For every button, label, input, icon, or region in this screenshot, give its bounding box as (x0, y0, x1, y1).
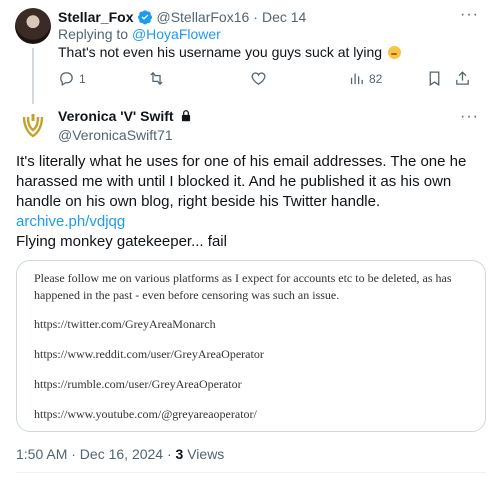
lock-icon (181, 110, 190, 122)
tweet-date[interactable]: Dec 14 (262, 9, 306, 25)
author-handle[interactable]: @VeronicaSwift71 (58, 127, 173, 143)
share-button[interactable] (454, 70, 471, 87)
timestamp[interactable]: 1:50 AM · Dec 16, 2024 · (16, 446, 176, 462)
tweet-line: It's literally what he uses for one of h… (16, 153, 467, 170)
replying-to: Replying to @HoyaFlower (58, 26, 221, 42)
logo-icon (22, 114, 44, 138)
bookmark-button[interactable] (426, 70, 443, 87)
divider (16, 472, 486, 473)
reply-text: That's not even his username you guys su… (58, 44, 401, 60)
author-name-row: Veronica 'V' Swift (58, 108, 193, 124)
main-tweet: Veronica 'V' Swift @VeronicaSwift71 ··· … (0, 104, 495, 477)
share-icon (456, 71, 469, 85)
more-options-icon[interactable]: ··· (460, 108, 479, 126)
views-button[interactable]: 82 (348, 70, 382, 87)
views-label: Views (183, 446, 225, 462)
more-options-icon[interactable]: ··· (460, 6, 479, 24)
author-handle[interactable]: @StellarFox16 (156, 9, 249, 25)
image-url: https://www.youtube.com/@greyareaoperato… (34, 407, 257, 421)
emoji-icon (387, 46, 401, 59)
heart-icon (251, 72, 266, 85)
retweet-icon (150, 71, 163, 86)
reply-header: Stellar_Fox @StellarFox16 · Dec 14 (58, 8, 306, 26)
reply-body: That's not even his username you guys su… (58, 44, 383, 60)
author-name[interactable]: Stellar_Fox (58, 9, 133, 25)
image-line: happened in the past - even before censo… (34, 288, 340, 302)
attached-image[interactable]: Please follow me on various platforms as… (16, 260, 486, 432)
avatar[interactable] (15, 108, 51, 144)
tweet-line: Flying monkey gatekeeper... fail (16, 233, 227, 250)
views-count: 82 (369, 71, 383, 86)
mention-link[interactable]: @HoyaFlower (132, 26, 221, 42)
image-url: https://twitter.com/GreyAreaMonarch (34, 317, 216, 331)
analytics-icon (350, 73, 363, 85)
author-name[interactable]: Veronica 'V' Swift (58, 108, 174, 124)
replying-to-label: Replying to (58, 26, 132, 42)
thread-line (32, 48, 34, 104)
like-button[interactable] (250, 70, 267, 87)
bookmark-icon (429, 71, 440, 87)
action-bar: 1 82 (58, 70, 478, 88)
tweet-text: It's literally what he uses for one of h… (16, 152, 486, 252)
image-url: https://www.reddit.com/user/GreyAreaOper… (34, 347, 264, 361)
archive-link[interactable]: archive.ph/vdjqg (16, 213, 125, 230)
separator: · (253, 9, 258, 25)
tweet-line: handle on his own blog, right beside his… (16, 193, 381, 210)
tweet-metadata: 1:50 AM · Dec 16, 2024 · 3 Views (16, 446, 224, 462)
reply-tweet[interactable]: Stellar_Fox @StellarFox16 · Dec 14 ··· R… (0, 0, 495, 104)
retweet-button[interactable] (148, 70, 165, 87)
image-line: Please follow me on various platforms as… (34, 271, 452, 285)
verified-badge-icon (138, 10, 153, 25)
reply-count: 1 (79, 71, 86, 86)
reply-icon (60, 72, 73, 87)
avatar[interactable] (15, 8, 51, 44)
reply-button[interactable]: 1 (58, 70, 86, 87)
tweet-line: harassed me with until I blocked it. And… (16, 173, 452, 190)
image-url: https://rumble.com/user/GreyAreaOperator (34, 377, 242, 391)
